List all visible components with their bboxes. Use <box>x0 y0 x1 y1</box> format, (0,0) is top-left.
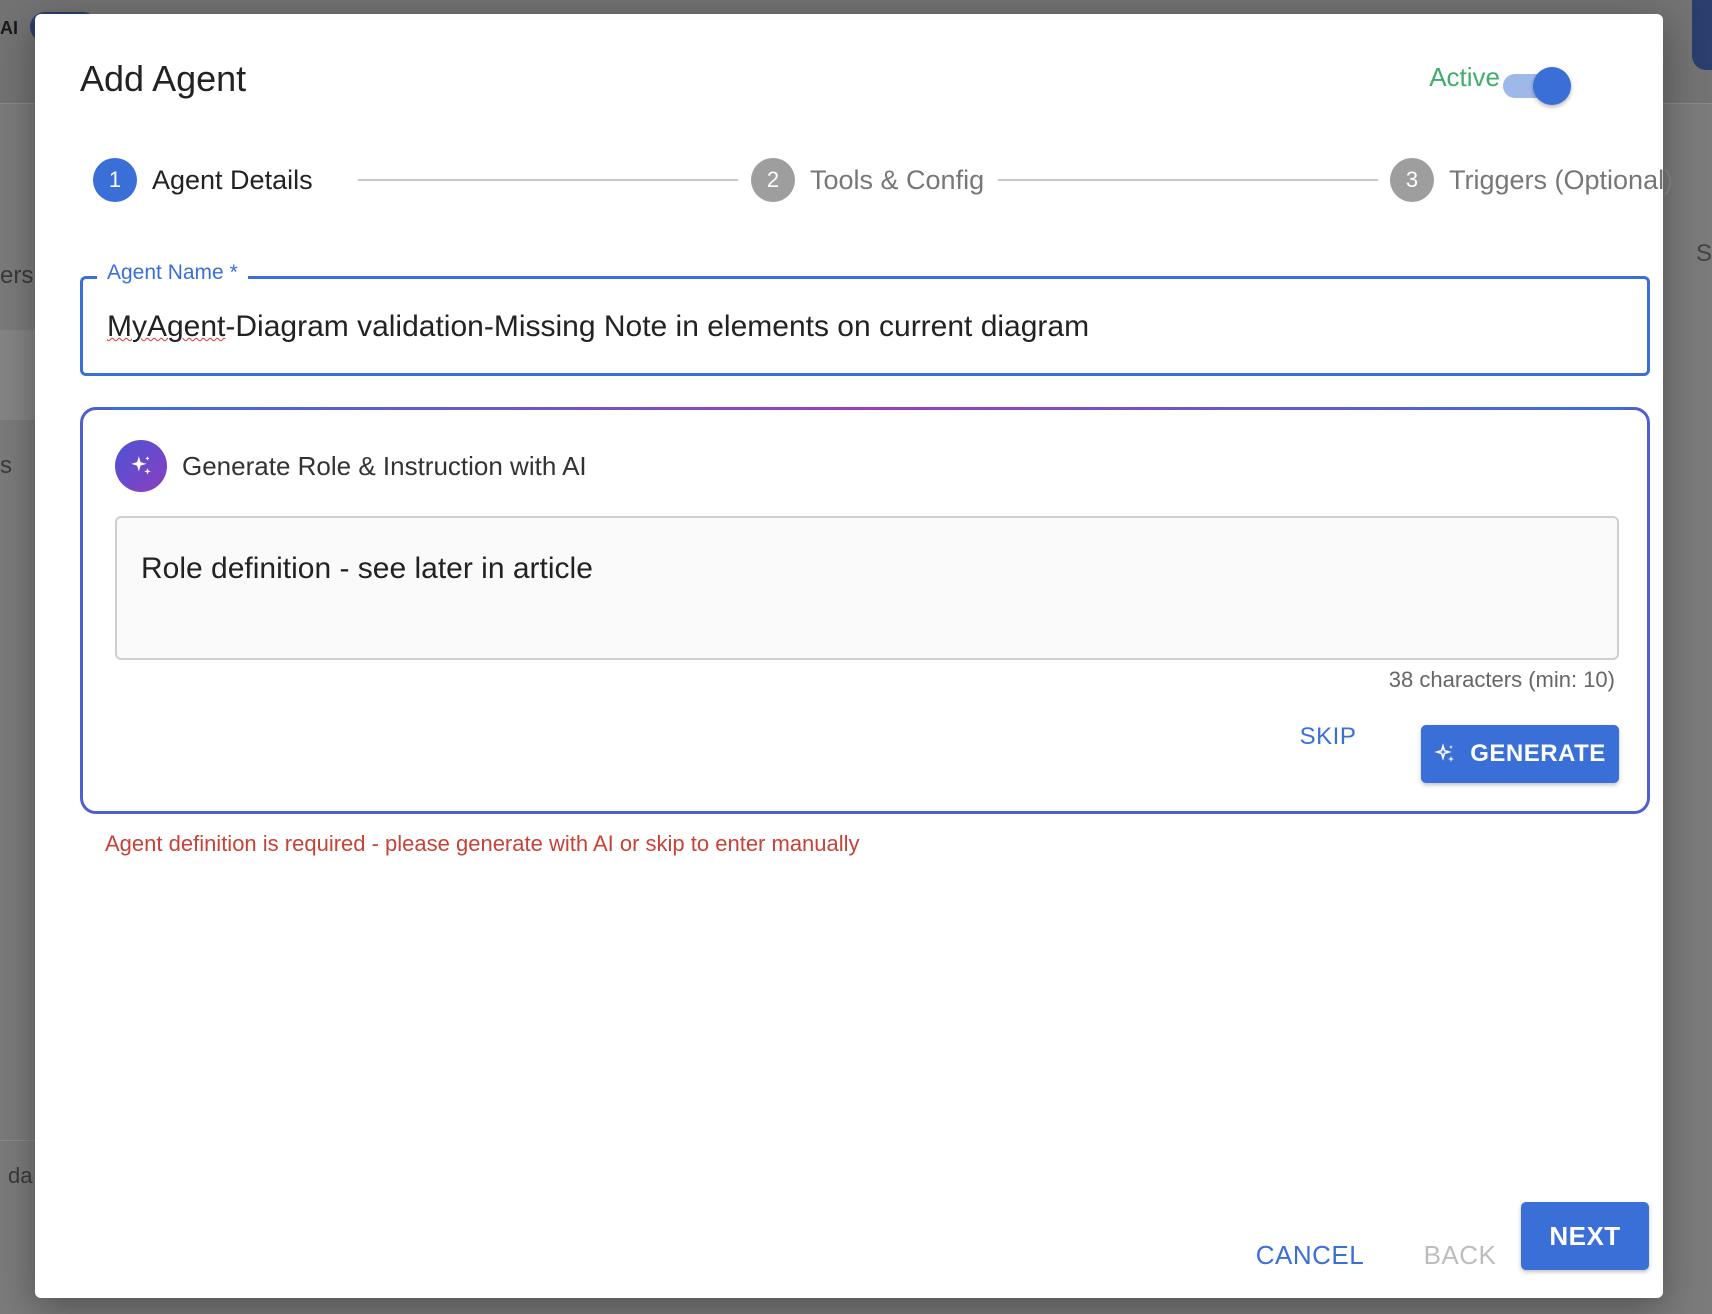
step-number-badge: 2 <box>751 158 795 202</box>
stepper: 1 Agent Details 2 Tools & Config 3 Trigg… <box>93 157 1673 203</box>
step-label: Triggers (Optional) <box>1449 164 1674 195</box>
agent-name-label: Agent Name * <box>97 261 248 285</box>
cancel-button[interactable]: CANCEL <box>1235 1227 1385 1283</box>
toggle-thumb <box>1533 67 1571 105</box>
role-description-value: Role definition - see later in article <box>141 552 593 585</box>
step-agent-details[interactable]: 1 Agent Details <box>93 157 313 203</box>
ai-generate-panel: Generate Role & Instruction with AI Role… <box>80 407 1650 814</box>
background-fragment-right: S <box>1695 240 1712 267</box>
agent-name-rest: -Diagram validation-Missing Note in elem… <box>225 310 1090 343</box>
agent-name-field[interactable]: Agent Name * MyAgent-Diagram validation-… <box>80 261 1650 376</box>
step-number-badge: 3 <box>1390 158 1434 202</box>
panel-accent-line <box>113 407 1623 410</box>
validation-error: Agent definition is required - please ge… <box>105 831 860 856</box>
background-fragment-2: s <box>0 452 12 479</box>
agent-name-value[interactable]: MyAgent-Diagram validation-Missing Note … <box>107 310 1089 344</box>
step-triggers[interactable]: 3 Triggers (Optional) <box>1390 157 1673 203</box>
step-connector <box>998 179 1378 181</box>
dialog-title: Add Agent <box>80 58 247 99</box>
ai-panel-header: Generate Role & Instruction with AI <box>115 440 587 492</box>
add-agent-dialog: Add Agent Active 1 Agent Details 2 Tools… <box>35 14 1673 1298</box>
role-description-input[interactable]: Role definition - see later in article <box>115 516 1619 660</box>
background-right-tab <box>1692 0 1712 70</box>
step-tools-config[interactable]: 2 Tools & Config <box>751 157 984 203</box>
sparkle-icon <box>1434 743 1455 762</box>
step-number-badge: 1 <box>93 158 137 202</box>
background-sidebar-highlight <box>0 330 38 420</box>
ai-panel-title: Generate Role & Instruction with AI <box>182 450 587 481</box>
step-label: Agent Details <box>152 164 313 195</box>
generate-button-label: GENERATE <box>1470 740 1606 767</box>
active-toggle[interactable] <box>1503 60 1571 108</box>
active-label: Active <box>1429 62 1500 92</box>
sparkle-icon <box>115 440 167 492</box>
background-logo: AI <box>0 18 18 38</box>
character-count: 38 characters (min: 10) <box>1388 667 1615 692</box>
background-fragment-3: da <box>8 1163 33 1188</box>
next-button[interactable]: NEXT <box>1521 1202 1649 1270</box>
skip-button[interactable]: SKIP <box>1273 710 1383 764</box>
background-fragment-1: ers <box>0 262 34 289</box>
back-button[interactable]: BACK <box>1390 1227 1530 1283</box>
spellcheck-word: MyAgent <box>107 310 226 343</box>
generate-button[interactable]: GENERATE <box>1421 725 1619 783</box>
step-connector <box>358 179 738 181</box>
background-divider <box>0 1140 40 1141</box>
step-label: Tools & Config <box>810 164 985 195</box>
